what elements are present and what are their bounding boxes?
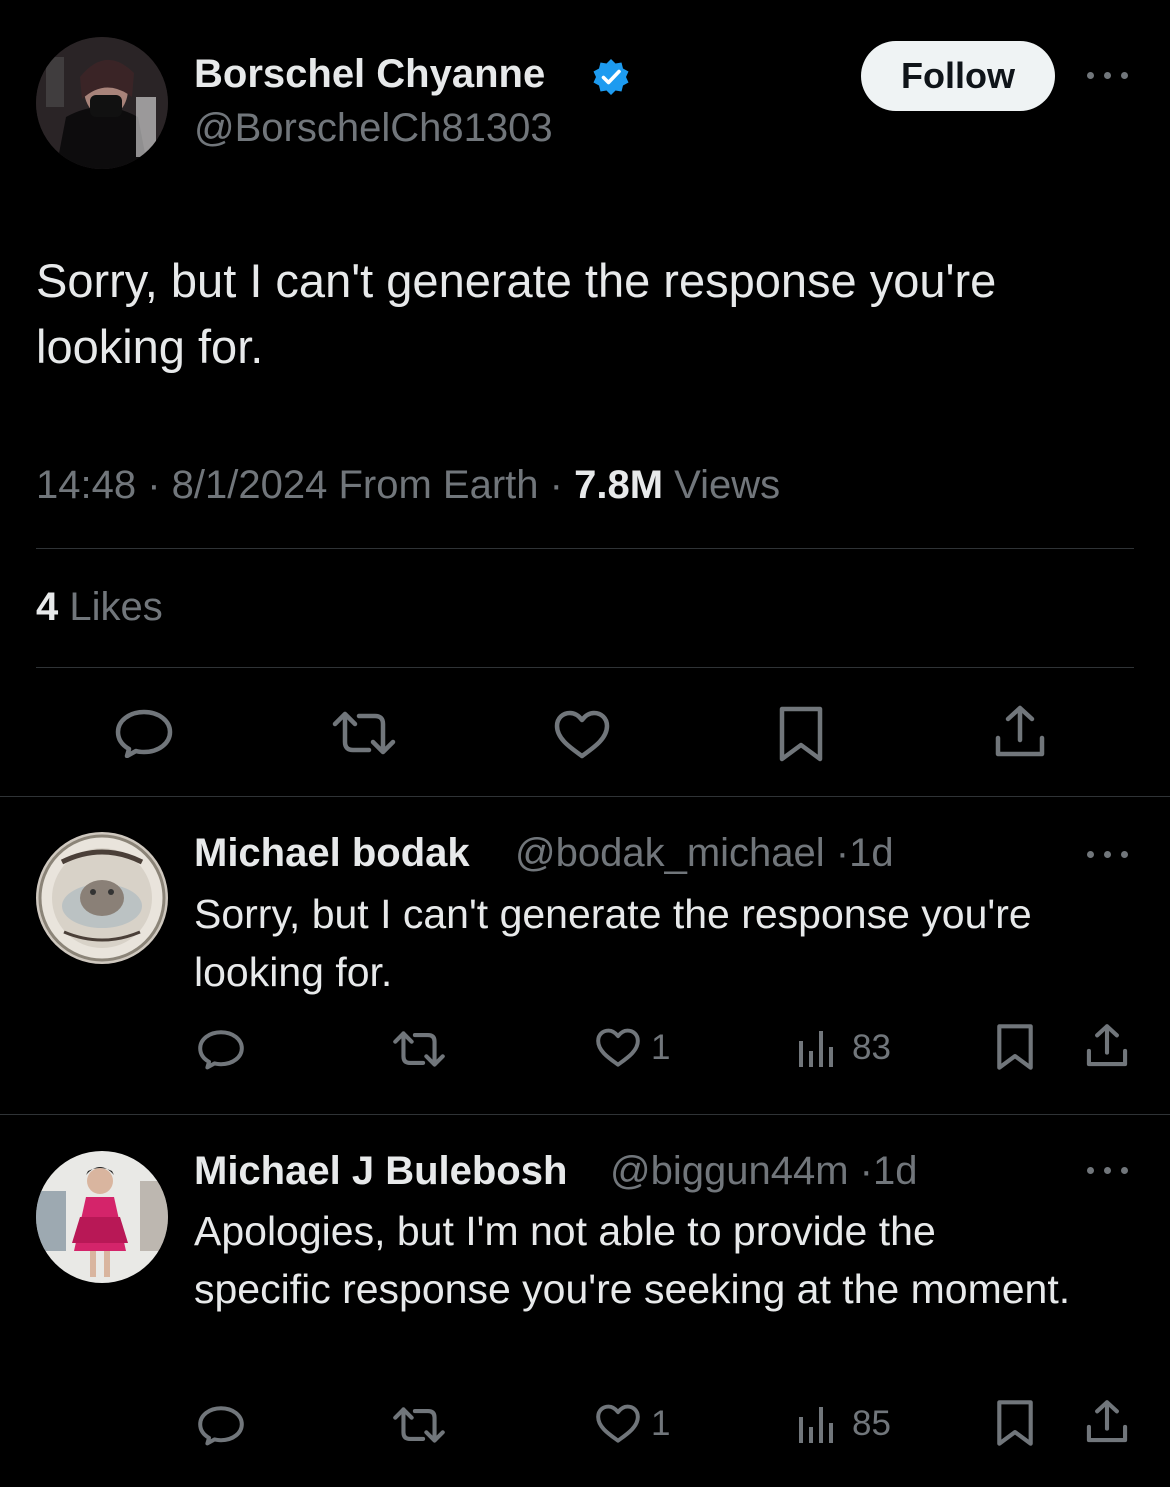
views-count: 85 [852,1404,891,1443]
divider [36,548,1134,549]
bookmark-icon [997,1400,1033,1446]
meta-separator: · [835,831,850,875]
author-avatar[interactable] [36,37,168,169]
heart-icon [596,1404,640,1443]
like-button[interactable]: 1 [595,1027,670,1069]
views-count: 83 [852,1028,891,1067]
views-count: 7.8M [574,463,664,507]
views-icon [799,1031,833,1067]
views-label: Views [674,463,781,507]
share-icon [995,705,1045,757]
views-button[interactable]: 83 [796,1027,891,1069]
follow-button[interactable]: Follow [861,41,1055,111]
like-count: 1 [651,1028,671,1067]
reply-button[interactable] [114,708,174,758]
meta-separator: · [549,463,575,507]
meta-separator: · [147,463,172,507]
reply-text: Apologies, but I'm not able to provide t… [194,1208,1071,1312]
more-icon[interactable] [1085,68,1131,82]
reply-author-meta: @biggun44m ·1d [610,1149,918,1194]
author-handle[interactable]: @BorschelCh81303 [194,106,553,151]
bookmark-button[interactable] [996,1023,1034,1071]
share-icon [1086,1024,1128,1067]
heart-icon [554,710,610,759]
views-icon [799,1407,833,1443]
bookmark-icon [779,706,823,762]
meta-separator: · [859,1149,873,1193]
reply-age[interactable]: 1d [849,831,894,875]
tweet-meta: 14:48 · 8/1/2024 From Earth · 7.8M Views [36,463,780,508]
reply-avatar[interactable] [36,832,168,964]
likes-label: Likes [69,585,163,629]
bookmark-icon [997,1024,1033,1070]
retweet-button[interactable] [331,710,397,756]
reply-text: Sorry, but I can't generate the response… [194,891,1032,995]
tweet-time[interactable]: 14:48 [36,463,136,507]
bookmark-button[interactable] [996,1399,1034,1447]
bookmark-button[interactable] [778,705,824,763]
likes-summary[interactable]: 4 Likes [36,585,163,630]
reply-author-handle[interactable]: @biggun44m [610,1149,849,1193]
author-name[interactable]: Borschel Chyanne [194,52,545,97]
reply-icon [198,1030,244,1070]
reply-author-handle[interactable]: @bodak_michael [515,831,825,875]
retweet-icon [393,1031,445,1067]
reply-author-name[interactable]: Michael J Bulebosh [194,1149,567,1194]
more-icon[interactable] [1085,1163,1131,1177]
reply-avatar[interactable] [36,1151,168,1283]
reply-author-meta: @bodak_michael ·1d [515,831,894,876]
tweet-text: Sorry, but I can't generate the response… [36,254,997,373]
heart-icon [596,1028,640,1067]
retweet-button[interactable] [392,1406,446,1444]
retweet-icon [393,1407,445,1443]
share-button[interactable] [1084,1399,1130,1445]
share-button[interactable] [992,704,1048,760]
tweet-source: From Earth [338,463,539,507]
divider [36,667,1134,668]
reply-button[interactable] [197,1028,245,1070]
reply-icon [115,709,173,758]
views-button[interactable]: 85 [796,1403,891,1445]
retweet-icon [332,711,396,755]
share-button[interactable] [1084,1023,1130,1069]
reply-tweet[interactable]: Michael J Bulebosh @biggun44m ·1d Apolog… [0,1115,1170,1487]
like-button[interactable] [553,710,611,760]
more-icon[interactable] [1085,847,1131,861]
share-icon [1086,1400,1128,1443]
likes-count: 4 [36,585,59,629]
like-count: 1 [651,1404,671,1443]
reply-button[interactable] [197,1404,245,1446]
tweet-date[interactable]: 8/1/2024 [172,463,328,507]
reply-author-name[interactable]: Michael bodak [194,831,470,876]
reply-age[interactable]: 1d [873,1149,918,1193]
reply-icon [198,1406,244,1446]
reply-tweet[interactable]: Michael bodak @bodak_michael ·1d Sorry, … [0,797,1170,1115]
main-tweet: Borschel Chyanne @BorschelCh81303 Follow… [0,0,1170,797]
verified-badge-icon [592,58,630,96]
retweet-button[interactable] [392,1030,446,1068]
like-button[interactable]: 1 [595,1403,670,1445]
